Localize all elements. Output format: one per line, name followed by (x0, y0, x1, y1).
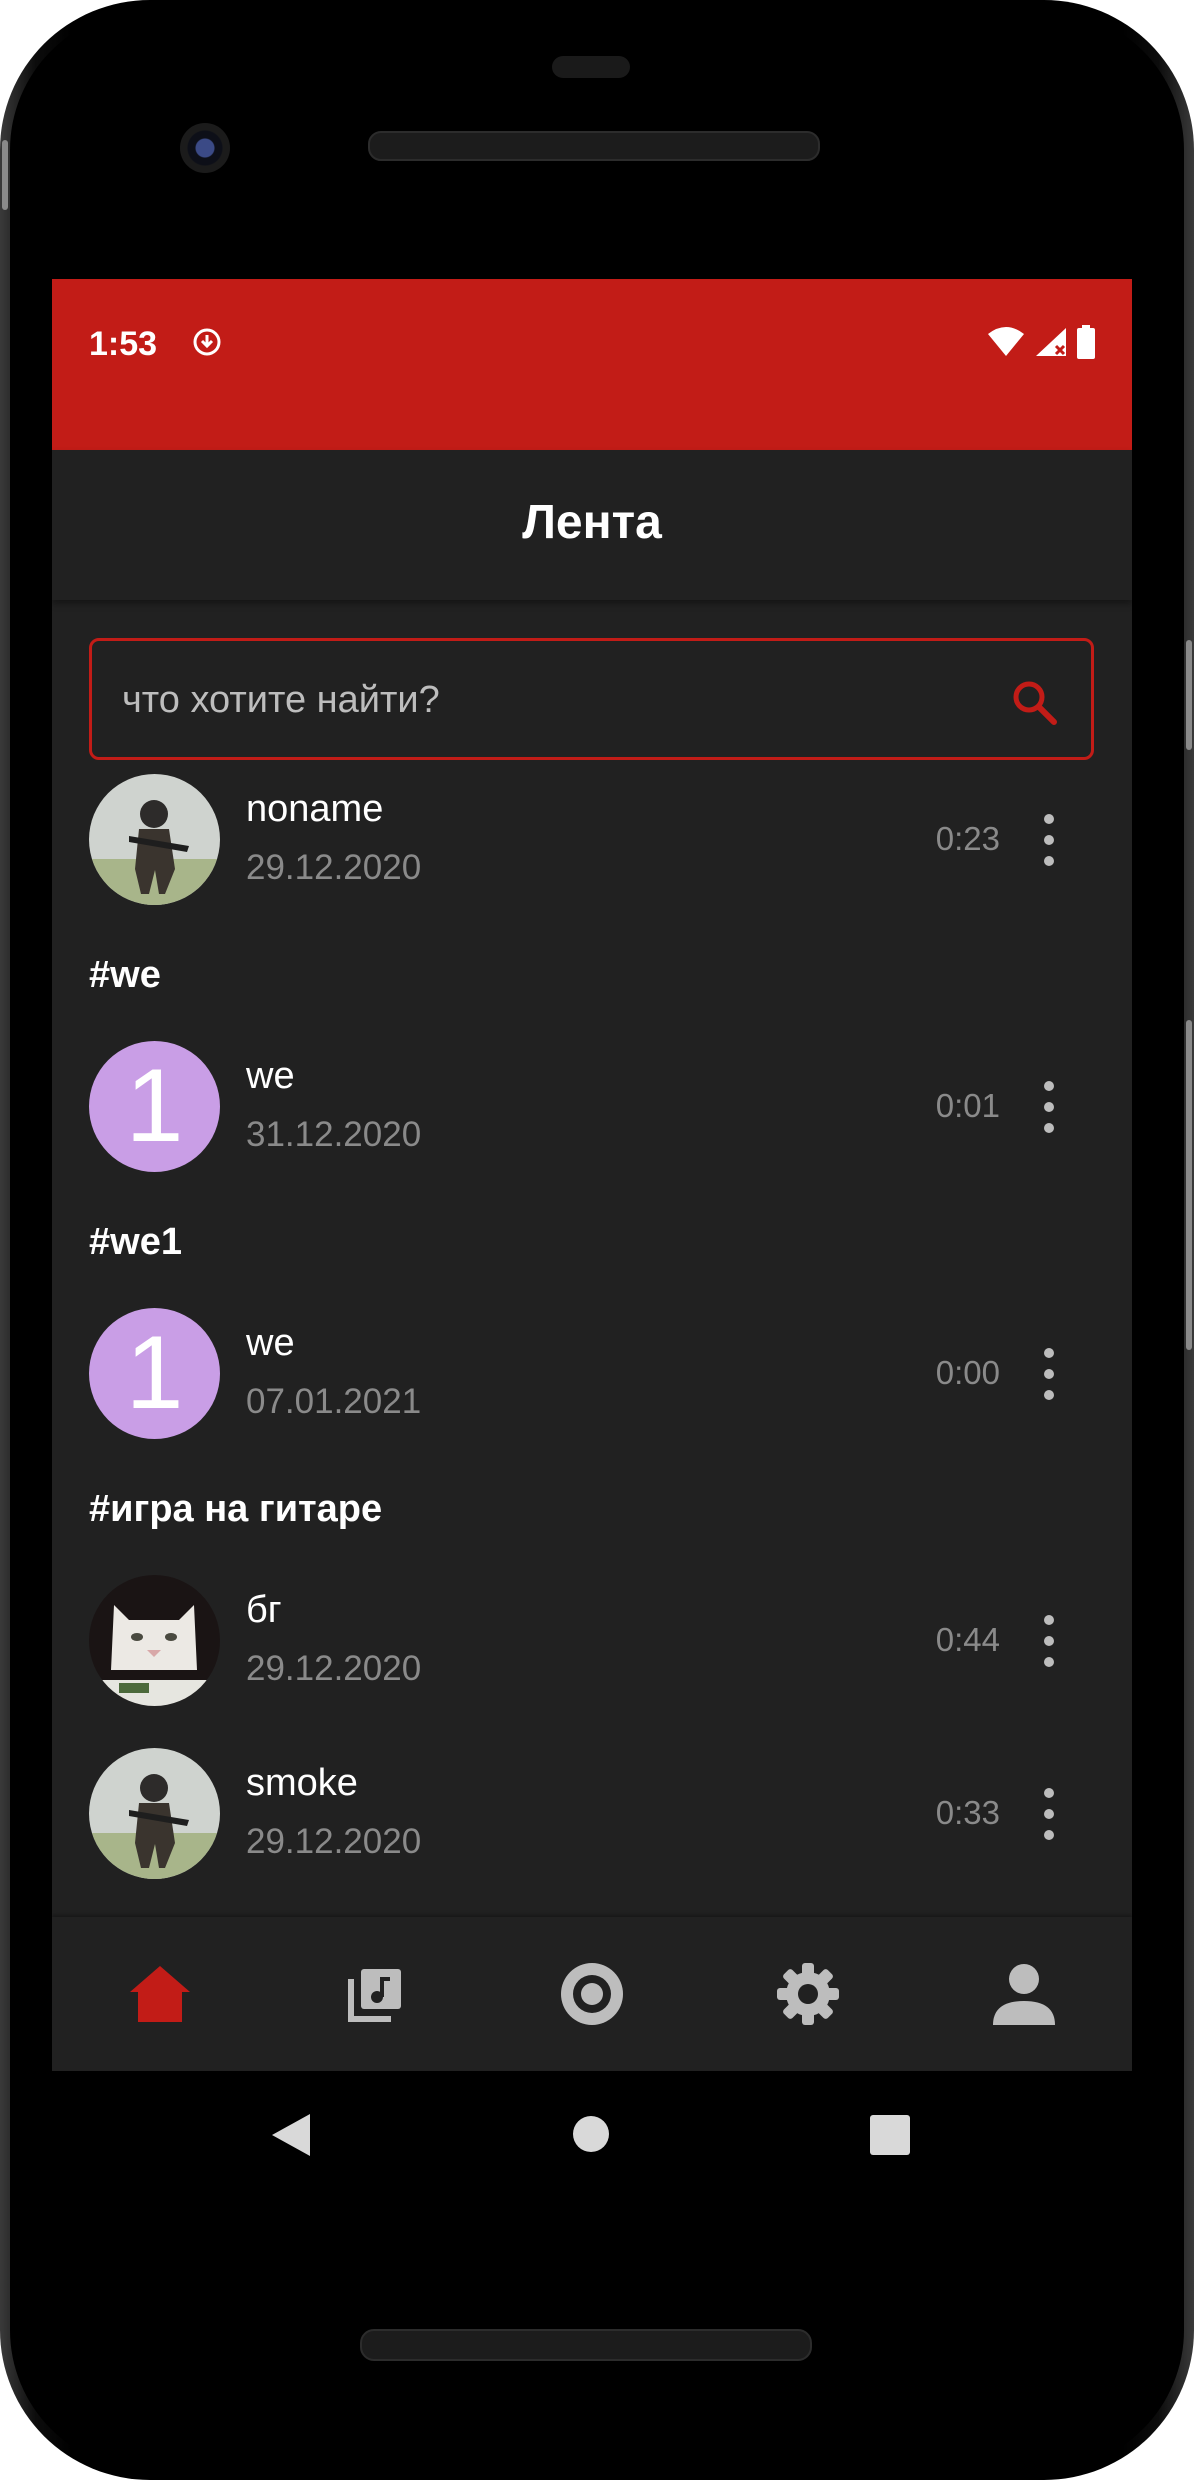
item-date: 29.12.2020 (246, 1649, 422, 1688)
item-date: 29.12.2020 (246, 1822, 422, 1861)
list-item[interactable]: noname 29.12.2020 0:23 (52, 774, 1132, 906)
nav-library[interactable] (268, 1949, 484, 2039)
more-vert-icon[interactable] (1034, 1081, 1064, 1133)
search-icon[interactable] (1011, 679, 1057, 725)
list-item[interactable]: 1 we 07.01.2021 0:00 (52, 1308, 1132, 1440)
more-vert-icon[interactable] (1034, 1615, 1064, 1667)
item-date: 31.12.2020 (246, 1115, 422, 1154)
item-duration: 0:44 (935, 1621, 1000, 1658)
item-date: 07.01.2021 (246, 1382, 422, 1421)
nav-profile[interactable] (916, 1949, 1132, 2039)
download-icon (193, 328, 221, 356)
search-box[interactable] (89, 638, 1094, 760)
status-bar: 1:53 (52, 279, 1132, 450)
item-title: noname (246, 788, 384, 830)
settings-icon[interactable] (775, 1961, 841, 2027)
system-navigation-bar (0, 2070, 1194, 2200)
phone-frame: 1:53 Лента что хотите найти? noname 29.1… (0, 0, 1194, 2480)
app-bar: Лента (52, 450, 1132, 600)
page-title: Лента (522, 496, 662, 549)
home-icon[interactable] (128, 1964, 192, 2024)
nav-record[interactable] (484, 1949, 700, 2039)
cat-photo-image (89, 1575, 220, 1706)
profile-icon[interactable] (991, 1961, 1057, 2027)
app-screen: 1:53 Лента что хотите найти? noname 29.1… (52, 279, 1132, 2071)
section-heading: #we (89, 954, 161, 996)
soldier-photo-image (89, 774, 220, 905)
avatar (89, 1575, 220, 1706)
avatar (89, 774, 220, 905)
section-heading: #игра на гитаре (89, 1488, 383, 1530)
status-time: 1:53 (89, 325, 158, 363)
battery-icon (1077, 325, 1095, 359)
status-icons (986, 325, 1096, 359)
recents-icon[interactable] (870, 2115, 910, 2155)
bottom-navigation (52, 1917, 1132, 2071)
music-library-icon[interactable] (347, 1965, 405, 2023)
avatar (89, 1748, 220, 1879)
home-circle-icon[interactable] (572, 2115, 610, 2153)
more-vert-icon[interactable] (1034, 814, 1064, 866)
section-heading: #we1 (89, 1221, 182, 1263)
avatar: 1 (89, 1308, 220, 1439)
top-sensor (552, 56, 630, 78)
item-title: бг (246, 1589, 282, 1631)
nav-settings[interactable] (700, 1949, 916, 2039)
list-item[interactable]: 1 we 31.12.2020 0:01 (52, 1041, 1132, 1173)
earpiece-speaker (368, 131, 820, 161)
item-duration: 0:23 (935, 820, 1000, 857)
item-title: smoke (246, 1762, 358, 1804)
more-vert-icon[interactable] (1034, 1788, 1064, 1840)
back-icon[interactable] (270, 2112, 312, 2158)
avatar: 1 (89, 1041, 220, 1172)
wifi-icon (988, 327, 1024, 356)
item-title: we (246, 1055, 295, 1097)
volume-button (1186, 640, 1192, 750)
bottom-speaker (360, 2329, 812, 2361)
item-duration: 0:00 (935, 1354, 1000, 1391)
list-item[interactable]: smoke 29.12.2020 0:33 (52, 1748, 1132, 1880)
item-duration: 0:01 (935, 1087, 1000, 1124)
nav-home[interactable] (52, 1949, 268, 2039)
search-input[interactable] (120, 661, 984, 739)
power-button (1186, 1020, 1192, 1350)
item-title: we (246, 1322, 295, 1364)
item-duration: 0:33 (935, 1794, 1000, 1831)
front-camera (180, 123, 230, 173)
more-vert-icon[interactable] (1034, 1348, 1064, 1400)
list-item[interactable]: бг 29.12.2020 0:44 (52, 1575, 1132, 1707)
signal-icon (1036, 328, 1066, 356)
record-icon[interactable] (559, 1961, 625, 2027)
side-button-left (2, 140, 8, 210)
soldier-photo-image (89, 1748, 220, 1879)
item-date: 29.12.2020 (246, 848, 422, 887)
